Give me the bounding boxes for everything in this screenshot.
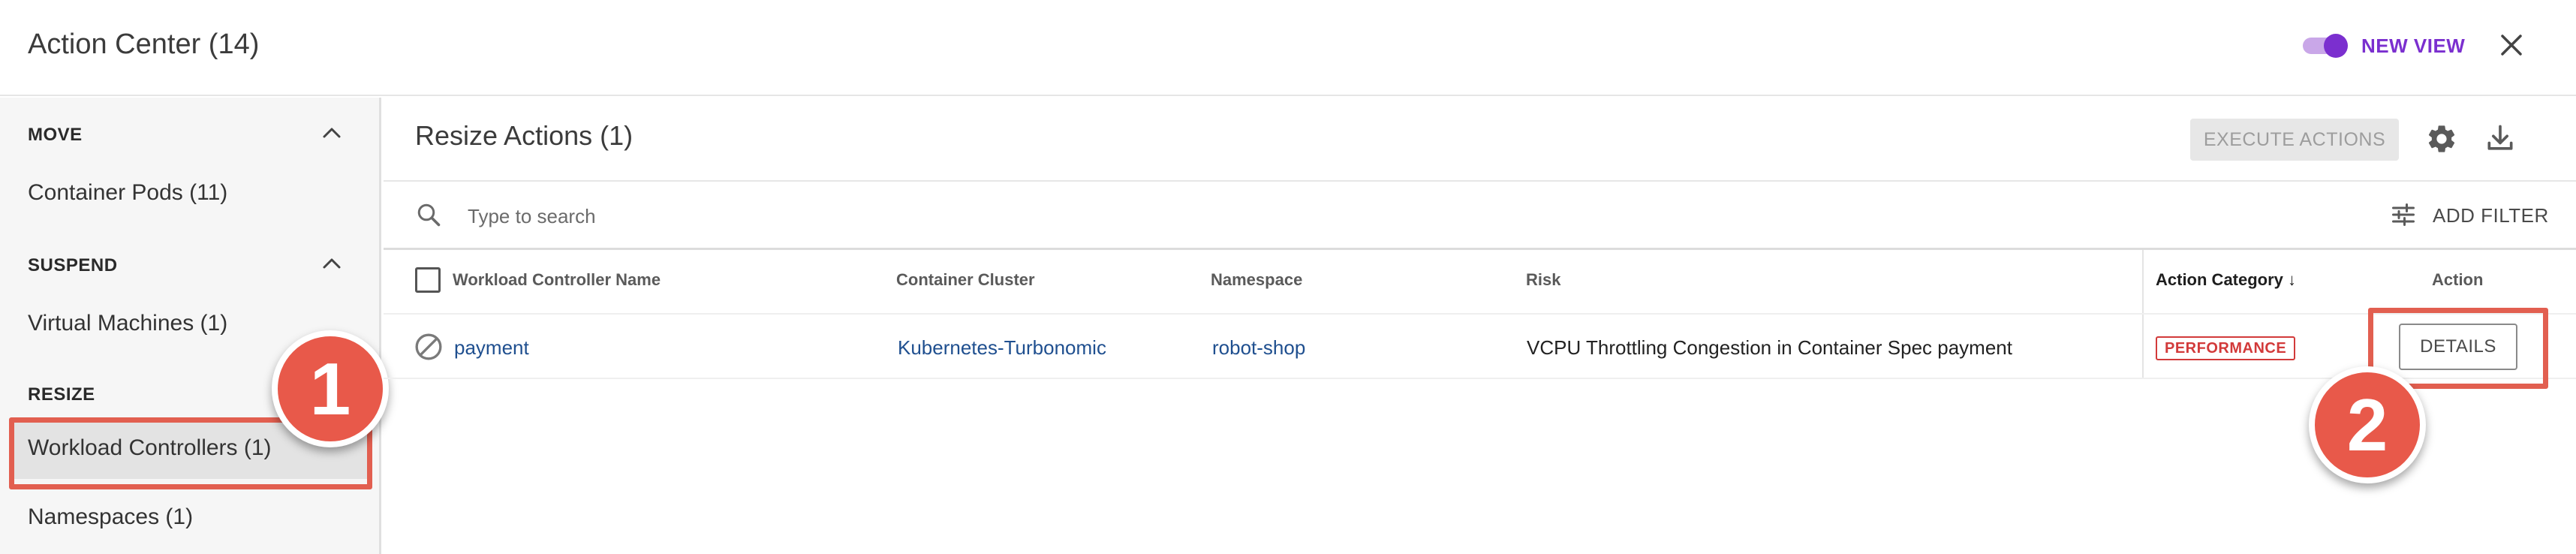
toggle-knob	[2324, 34, 2348, 58]
divider	[384, 378, 2576, 379]
column-header-cluster[interactable]: Container Cluster	[896, 270, 1035, 290]
step-marker-2: 2	[2309, 366, 2426, 483]
column-header-category-label: Action Category	[2156, 270, 2283, 289]
add-filter-button[interactable]: ADD FILTER	[2433, 204, 2549, 227]
ban-icon	[415, 333, 442, 360]
sort-indicator-icon: ↓	[2288, 270, 2297, 289]
risk-text: VCPU Throttling Congestion in Container …	[1527, 336, 2012, 359]
divider	[384, 313, 2576, 315]
workload-name-link[interactable]: payment	[454, 336, 529, 360]
column-separator	[2142, 250, 2144, 379]
page-title: Action Center (14)	[28, 29, 260, 60]
section-heading-suspend: SUSPEND	[28, 255, 118, 275]
download-icon[interactable]	[2484, 122, 2517, 155]
column-header-name[interactable]: Workload Controller Name	[453, 270, 661, 290]
step-marker-1: 1	[272, 330, 389, 447]
close-button[interactable]	[2496, 30, 2526, 60]
sidebar-item-virtual-machines[interactable]: Virtual Machines (1)	[28, 311, 227, 336]
chevron-up-icon[interactable]	[321, 125, 342, 140]
cluster-link[interactable]: Kubernetes-Turbonomic	[898, 336, 1106, 360]
new-view-toggle[interactable]	[2303, 34, 2348, 58]
sidebar-item-container-pods[interactable]: Container Pods (11)	[28, 180, 227, 206]
divider	[384, 180, 2576, 182]
execute-actions-button[interactable]: EXECUTE ACTIONS	[2190, 119, 2399, 161]
filter-icon[interactable]	[2389, 201, 2418, 228]
namespace-link[interactable]: robot-shop	[1212, 336, 1305, 360]
divider	[384, 248, 2576, 250]
sidebar-item-namespaces[interactable]: Namespaces (1)	[28, 504, 193, 530]
section-heading-resize: RESIZE	[28, 384, 95, 405]
chevron-up-icon[interactable]	[321, 255, 342, 270]
column-header-namespace[interactable]: Namespace	[1211, 270, 1302, 290]
resize-actions-title: Resize Actions (1)	[415, 120, 633, 151]
category-badge: PERFORMANCE	[2156, 336, 2296, 360]
section-heading-move: MOVE	[28, 125, 83, 145]
column-header-risk[interactable]: Risk	[1526, 270, 1560, 290]
search-icon	[417, 203, 441, 227]
column-header-category[interactable]: Action Category ↓	[2156, 270, 2296, 290]
select-all-checkbox[interactable]	[415, 267, 441, 293]
new-view-label[interactable]: NEW VIEW	[2361, 35, 2465, 58]
column-header-action: Action	[2432, 270, 2484, 289]
search-input[interactable]	[468, 203, 1368, 230]
close-icon	[2501, 35, 2522, 56]
gear-icon[interactable]	[2425, 122, 2458, 155]
header: Action Center (14) NEW VIEW	[0, 0, 2576, 96]
main-panel: Resize Actions (1) EXECUTE ACTIONS ADD F…	[384, 98, 2576, 554]
